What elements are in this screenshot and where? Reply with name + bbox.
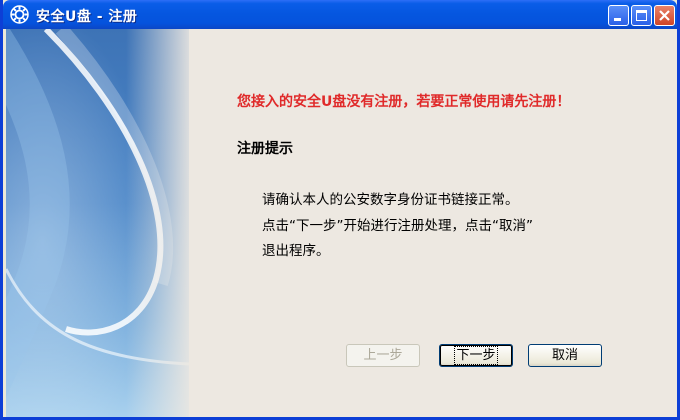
next-button-label: 下一步	[454, 346, 498, 365]
instruction-line: 退出程序。	[262, 243, 330, 259]
cancel-button[interactable]: 取消	[528, 344, 602, 367]
content-panel: 您接入的安全U盘没有注册，若要正常使用请先注册！ 注册提示 请确认本人的公安数字…	[189, 29, 677, 417]
section-heading: 注册提示	[237, 141, 293, 157]
next-button[interactable]: 下一步	[439, 344, 513, 367]
register-dialog: 安全U盘 - 注册 您接入的安全U盘没有注册，若要正常使用请先注册！ 注册提示 …	[0, 0, 680, 420]
maximize-icon	[636, 10, 647, 21]
close-icon	[659, 10, 670, 21]
instruction-line: 请确认本人的公安数字身份证书链接正常。	[262, 192, 519, 208]
instruction-line: 点击“下一步”开始进行注册处理，点击“取消”	[262, 218, 533, 234]
minimize-button[interactable]	[608, 5, 629, 26]
previous-button[interactable]: 上一步	[346, 344, 420, 367]
gear-icon	[10, 5, 29, 24]
close-button[interactable]	[654, 5, 675, 26]
title-bar[interactable]: 安全U盘 - 注册	[3, 0, 677, 29]
window-title: 安全U盘 - 注册	[36, 9, 138, 25]
maximize-button[interactable]	[631, 5, 652, 26]
minimize-icon	[614, 18, 621, 21]
side-banner-image	[6, 29, 189, 417]
unregistered-warning: 您接入的安全U盘没有注册，若要正常使用请先注册！	[237, 94, 571, 110]
